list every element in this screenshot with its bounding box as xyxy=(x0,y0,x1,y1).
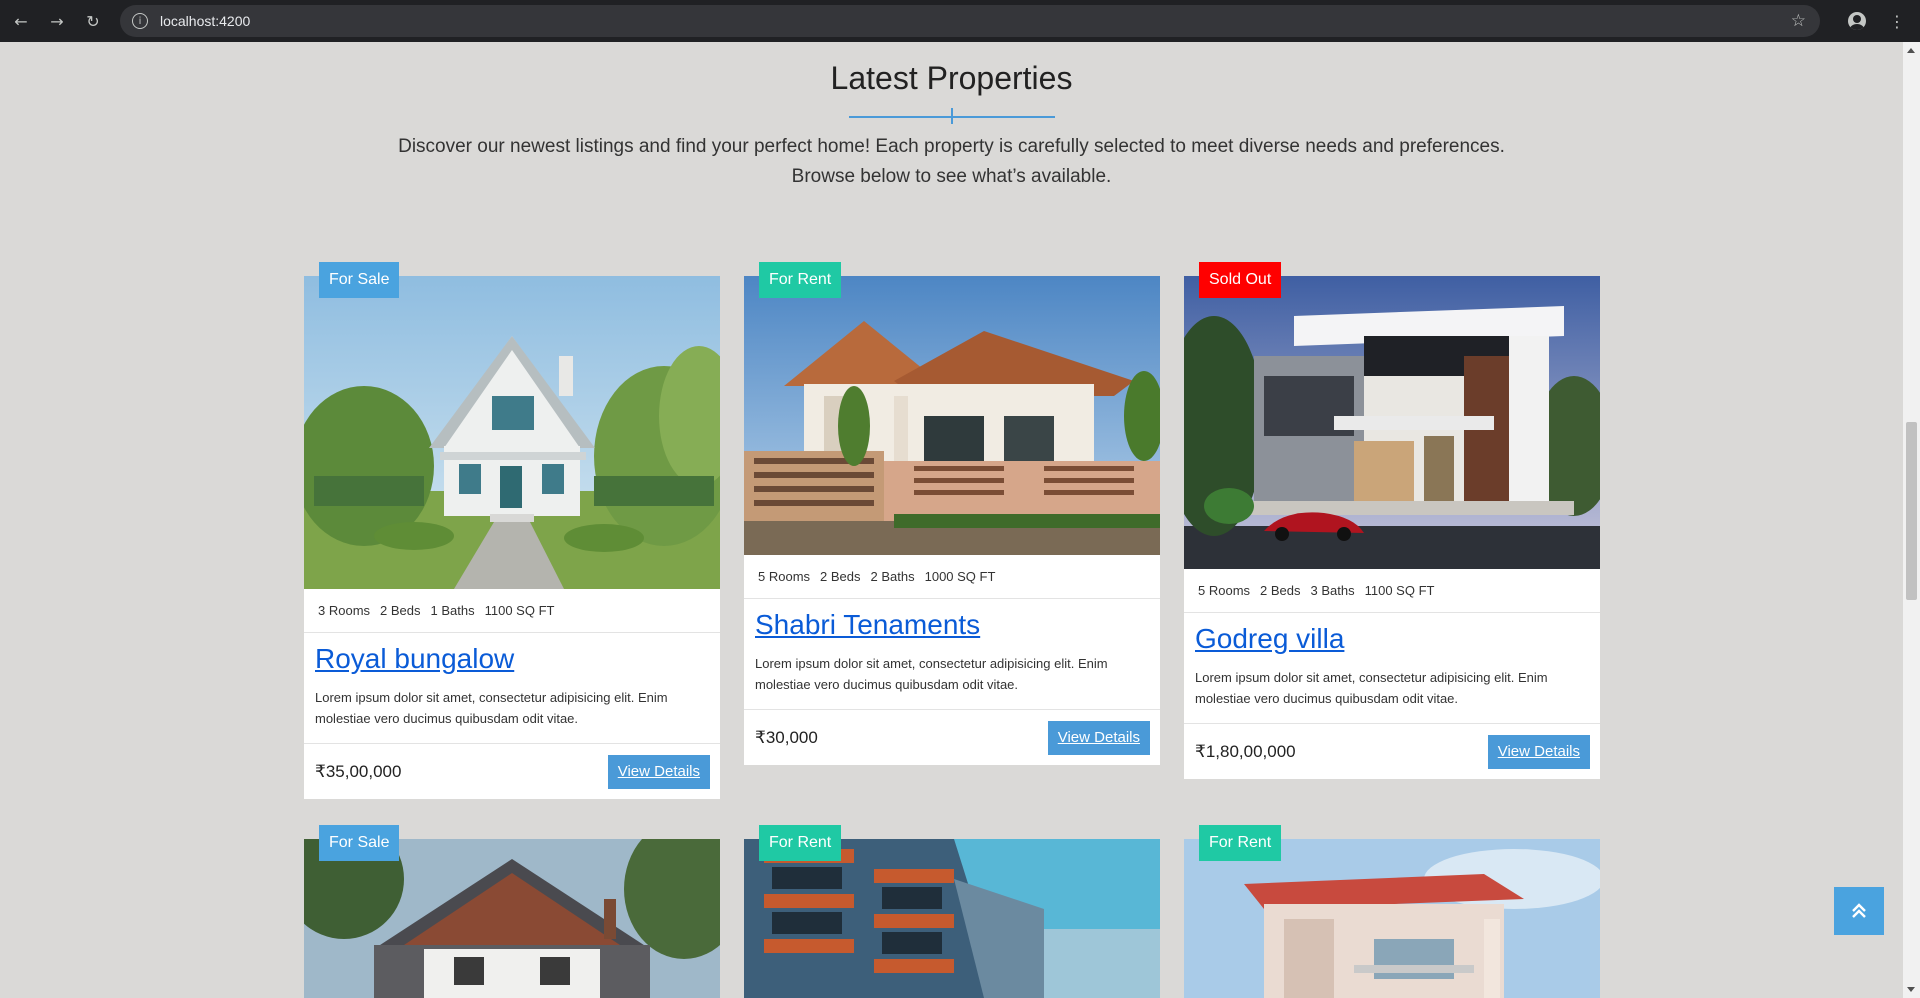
property-price: ₹30,000 xyxy=(755,727,818,747)
beds-count: 2 Beds xyxy=(1260,583,1301,598)
property-card xyxy=(1184,839,1600,998)
property-title-link[interactable]: Shabri Tenaments xyxy=(755,609,980,641)
baths-count: 3 Baths xyxy=(1310,583,1355,598)
property-image xyxy=(744,276,1160,555)
scroll-down-arrow-icon[interactable] xyxy=(1907,987,1915,992)
property-image xyxy=(744,839,1160,998)
view-details-button[interactable]: View Details xyxy=(607,754,710,789)
view-details-button[interactable]: View Details xyxy=(1047,720,1150,755)
property-description: Lorem ipsum dolor sit amet, consectetur … xyxy=(755,656,1108,692)
profile-icon xyxy=(1848,12,1866,30)
area-size: 1100 SQ FT xyxy=(1364,583,1435,598)
browser-toolbar: ← → ↻ i localhost:4200 ☆ ⋮ xyxy=(0,0,1920,42)
card-body: Royal bungalow Lorem ipsum dolor sit ame… xyxy=(304,633,720,744)
property-specs: 5 Rooms 2 Beds 3 Baths 1100 SQ FT xyxy=(1184,569,1600,613)
card-body: Godreg villa Lorem ipsum dolor sit amet,… xyxy=(1184,613,1600,724)
card-body: Shabri Tenaments Lorem ipsum dolor sit a… xyxy=(744,599,1160,710)
chevron-double-up-icon xyxy=(1852,903,1866,918)
status-badge: Sold Out xyxy=(1199,262,1282,298)
property-card: 5 Rooms 2 Beds 3 Baths 1100 SQ FT Godreg… xyxy=(1184,276,1600,779)
baths-count: 2 Baths xyxy=(870,569,915,584)
page-scrollbar[interactable] xyxy=(1903,42,1920,998)
site-info-icon[interactable]: i xyxy=(132,13,148,29)
property-specs: 3 Rooms 2 Beds 1 Baths 1100 SQ FT xyxy=(304,589,720,633)
area-size: 1100 SQ FT xyxy=(484,603,555,618)
rooms-count: 5 Rooms xyxy=(758,569,811,584)
scroll-thumb[interactable] xyxy=(1906,422,1917,600)
baths-count: 1 Baths xyxy=(430,603,475,618)
card-footer: ₹1,80,00,000 View Details xyxy=(1184,724,1600,779)
property-price: ₹1,80,00,000 xyxy=(1195,741,1296,761)
address-bar[interactable]: i localhost:4200 ☆ xyxy=(120,5,1820,37)
back-to-top-button[interactable] xyxy=(1834,887,1884,935)
card-footer: ₹35,00,000 View Details xyxy=(304,744,720,799)
reload-icon[interactable]: ↻ xyxy=(78,6,108,36)
property-specs: 5 Rooms 2 Beds 2 Baths 1000 SQ FT xyxy=(744,555,1160,599)
property-description: Lorem ipsum dolor sit amet, consectetur … xyxy=(1195,670,1548,706)
property-card: 3 Rooms 2 Beds 1 Baths 1100 SQ FT Royal … xyxy=(304,276,720,799)
property-description: Lorem ipsum dolor sit amet, consectetur … xyxy=(315,690,668,726)
description-line-1: Discover our newest listings and find yo… xyxy=(398,136,1505,157)
status-badge: For Sale xyxy=(319,262,400,298)
back-arrow-icon[interactable]: ← xyxy=(6,6,36,36)
more-menu-icon[interactable]: ⋮ xyxy=(1882,6,1912,36)
section-title: Latest Properties xyxy=(830,60,1073,96)
description-line-2: Browse below to see what’s available. xyxy=(791,166,1112,187)
property-image xyxy=(1184,276,1600,569)
property-image xyxy=(1184,839,1600,998)
section-description: Discover our newest listings and find yo… xyxy=(280,132,1623,192)
address-url[interactable]: localhost:4200 xyxy=(160,13,250,29)
view-details-button[interactable]: View Details xyxy=(1487,734,1590,769)
rooms-count: 3 Rooms xyxy=(318,603,371,618)
bookmark-star-icon[interactable]: ☆ xyxy=(1791,11,1806,31)
property-image xyxy=(304,839,720,998)
status-badge: For Rent xyxy=(759,262,842,298)
property-card xyxy=(744,839,1160,998)
property-card xyxy=(304,839,720,998)
title-divider-tick xyxy=(951,108,953,124)
rooms-count: 5 Rooms xyxy=(1198,583,1251,598)
profile-button[interactable] xyxy=(1842,6,1872,36)
property-price: ₹35,00,000 xyxy=(315,761,402,781)
card-footer: ₹30,000 View Details xyxy=(744,710,1160,765)
status-badge: For Sale xyxy=(319,825,400,861)
scroll-up-arrow-icon[interactable] xyxy=(1907,48,1915,53)
area-size: 1000 SQ FT xyxy=(924,569,996,584)
beds-count: 2 Beds xyxy=(380,603,421,618)
property-card: 5 Rooms 2 Beds 2 Baths 1000 SQ FT Shabri… xyxy=(744,276,1160,765)
property-title-link[interactable]: Godreg villa xyxy=(1195,623,1344,655)
beds-count: 2 Beds xyxy=(820,569,861,584)
property-image xyxy=(304,276,720,589)
status-badge: For Rent xyxy=(759,825,842,861)
forward-arrow-icon[interactable]: → xyxy=(42,6,72,36)
status-badge: For Rent xyxy=(1199,825,1282,861)
property-title-link[interactable]: Royal bungalow xyxy=(315,643,514,675)
